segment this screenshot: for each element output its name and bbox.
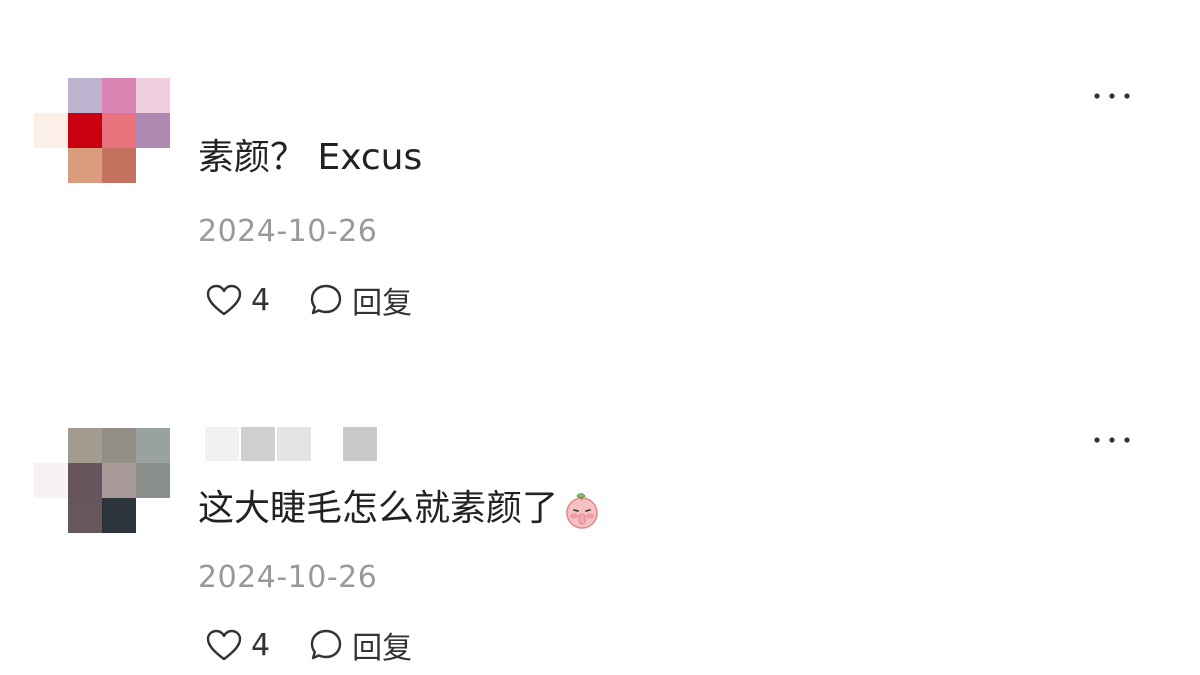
avatar-pixel [102, 428, 136, 463]
avatar-pixel [34, 463, 68, 498]
username-pixel [241, 427, 275, 461]
like-count: 4 [251, 282, 271, 318]
avatar-pixel [102, 463, 136, 498]
chat-bubble-icon [310, 284, 342, 315]
avatar-pixel [136, 463, 170, 498]
avatar-pixel [102, 148, 136, 183]
chat-bubble-icon [310, 629, 342, 660]
avatar-pixel [68, 463, 102, 498]
username-pixel [277, 427, 311, 461]
avatar-pixel [102, 498, 136, 533]
avatar-pixel [34, 113, 68, 148]
peach-face-emoji [566, 493, 598, 529]
more-options-button[interactable] [1086, 428, 1138, 452]
comment-text: 素颜？ Excus [198, 136, 422, 180]
comment-item: 素颜？ Excus 2024-10-26 4 回复 [0, 0, 1200, 345]
reply-button[interactable]: 回复 [308, 278, 412, 322]
heart-outline-icon [206, 284, 242, 316]
username-pixel [343, 427, 377, 461]
avatar[interactable] [34, 78, 172, 184]
avatar-pixel [68, 78, 102, 113]
avatar-pixel [68, 148, 102, 183]
more-options-button[interactable] [1086, 84, 1138, 108]
comment-text: 这大睫毛怎么就素颜了 [198, 487, 604, 531]
username[interactable] [205, 427, 385, 461]
reply-label: 回复 [352, 286, 413, 321]
reply-button[interactable]: 回复 [308, 623, 412, 667]
avatar-pixel [136, 428, 170, 463]
avatar-pixel [102, 113, 136, 148]
comment-text-content: 这大睫毛怎么就素颜了 [198, 488, 559, 529]
comment-text-content: 素颜？ Excus [198, 137, 423, 178]
comment-actions: 4 回复 [205, 623, 412, 667]
username-pixel [205, 427, 239, 461]
avatar-pixel [68, 428, 102, 463]
like-button[interactable]: 4 [205, 283, 270, 318]
avatar[interactable] [34, 428, 172, 534]
comment-date: 2024-10-26 [198, 214, 378, 249]
avatar-pixel [136, 113, 170, 148]
comment-item: 这大睫毛怎么就素颜了 2024-10-26 4 回复 [0, 345, 1200, 675]
like-count: 4 [251, 627, 271, 663]
heart-outline-icon [206, 629, 242, 661]
like-button[interactable]: 4 [205, 628, 270, 663]
more-horizontal-icon [1094, 437, 1130, 443]
avatar-pixel [136, 78, 170, 113]
reply-label: 回复 [352, 631, 413, 666]
comment-actions: 4 回复 [205, 278, 412, 322]
avatar-pixel [68, 113, 102, 148]
comment-date: 2024-10-26 [198, 560, 378, 595]
avatar-pixel [68, 498, 102, 533]
more-horizontal-icon [1094, 93, 1130, 99]
avatar-pixel [102, 78, 136, 113]
